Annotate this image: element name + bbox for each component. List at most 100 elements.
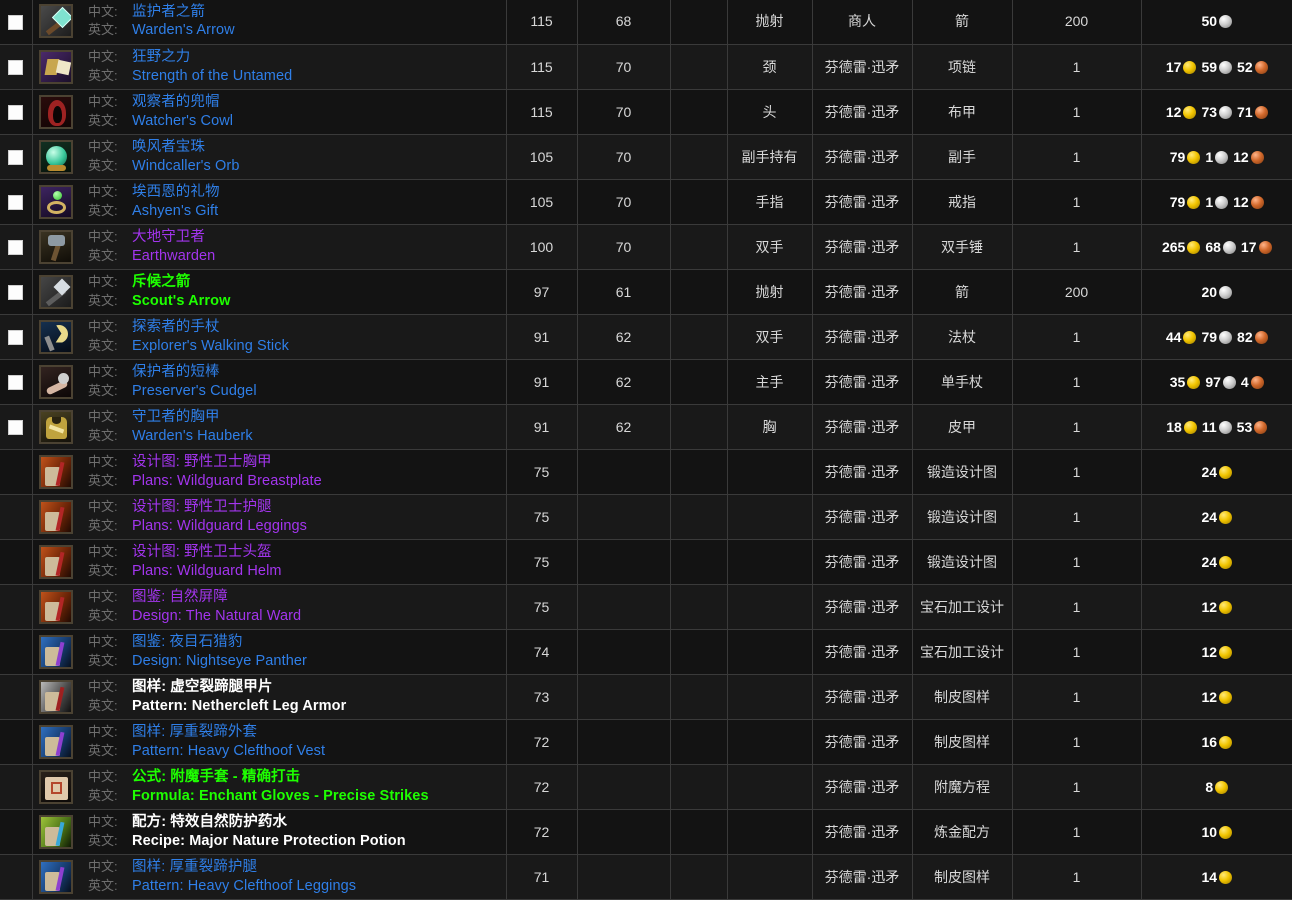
item-icon-cell[interactable]	[32, 674, 80, 720]
item-name-cell[interactable]: 中文: 埃西恩的礼物 英文: Ashyen's Gift	[80, 179, 507, 225]
item-name-cell[interactable]: 中文: 图样: 虚空裂蹄腿甲片 英文: Pattern: Nethercleft Le…	[80, 674, 507, 720]
item-icon-cell[interactable]	[32, 809, 80, 855]
table-row[interactable]: 中文: 图鉴: 自然屏障 英文: Design: The Natural Ward 75…	[0, 584, 1292, 630]
item-name-cell[interactable]: 中文: 监护者之箭 英文: Warden's Arrow	[80, 0, 507, 45]
row-select-cell[interactable]	[0, 269, 33, 315]
item-name-english[interactable]: Plans: Wildguard Helm	[132, 563, 282, 579]
table-row[interactable]: 中文: 观察者的兜帽 英文: Watcher's Cowl 115 70 头芬德雷·迅矛 布甲…	[0, 89, 1292, 135]
item-name-chinese[interactable]: 探索者的手杖	[132, 319, 220, 335]
item-name-cell[interactable]: 中文: 公式: 附魔手套 - 精确打击 英文: Formula: Enchant Gl…	[80, 764, 507, 810]
item-name-english[interactable]: Design: Nightseye Panther	[132, 653, 307, 669]
item-name-english[interactable]: Pattern: Heavy Clefthoof Leggings	[132, 878, 356, 894]
scroll-red-icon[interactable]	[39, 589, 74, 624]
item-name-cell[interactable]: 中文: 设计图: 野性卫士头盔 英文: Plans: Wildguard Helm	[80, 539, 507, 585]
item-name-cell[interactable]: 中文: 狂野之力 英文: Strength of the Untamed	[80, 44, 507, 90]
table-row[interactable]: 中文: 图样: 厚重裂蹄护腿 英文: Pattern: Heavy Clefthoof…	[0, 854, 1292, 900]
scroll-red-icon[interactable]	[39, 544, 74, 579]
item-name-cell[interactable]: 中文: 守卫者的胸甲 英文: Warden's Hauberk	[80, 404, 507, 450]
item-name-english[interactable]: Preserver's Cudgel	[132, 383, 257, 399]
item-name-cell[interactable]: 中文: 大地守卫者 英文: Earthwarden	[80, 224, 507, 270]
mace-twohand-icon[interactable]	[39, 229, 74, 264]
row-select-cell[interactable]	[0, 404, 33, 450]
item-name-chinese[interactable]: 图样: 厚重裂蹄护腿	[132, 859, 257, 875]
orb-green-icon[interactable]	[39, 139, 74, 174]
item-name-english[interactable]: Scout's Arrow	[132, 293, 230, 309]
table-row[interactable]: 中文: 唤风者宝珠 英文: Windcaller's Orb 105 70 副手持有 芬德雷·…	[0, 134, 1292, 180]
item-name-chinese[interactable]: 配方: 特效自然防护药水	[132, 814, 287, 830]
item-name-chinese[interactable]: 图鉴: 自然屏障	[132, 589, 228, 605]
row-select-cell[interactable]	[0, 314, 33, 360]
item-name-chinese[interactable]: 公式: 附魔手套 - 精确打击	[132, 769, 300, 785]
item-name-chinese[interactable]: 唤风者宝珠	[132, 139, 205, 155]
ring-gem-icon[interactable]	[39, 184, 74, 219]
item-name-english[interactable]: Warden's Hauberk	[132, 428, 253, 444]
item-name-cell[interactable]: 中文: 斥候之箭 英文: Scout's Arrow	[80, 269, 507, 315]
table-row[interactable]: 中文: 设计图: 野性卫士胸甲 英文: Plans: Wildguard Breast…	[0, 449, 1292, 495]
item-icon-cell[interactable]	[32, 269, 80, 315]
row-select-cell[interactable]	[0, 89, 33, 135]
row-select-cell[interactable]	[0, 359, 33, 405]
item-icon-cell[interactable]	[32, 404, 80, 450]
table-row[interactable]: 中文: 图鉴: 夜目石猎豹 英文: Design: Nightseye Panther…	[0, 629, 1292, 675]
row-checkbox[interactable]	[8, 59, 24, 75]
item-name-chinese[interactable]: 大地守卫者	[132, 229, 205, 245]
row-checkbox[interactable]	[8, 149, 24, 165]
item-icon-cell[interactable]	[32, 224, 80, 270]
item-name-cell[interactable]: 中文: 观察者的兜帽 英文: Watcher's Cowl	[80, 89, 507, 135]
table-row[interactable]: 中文: 斥候之箭 英文: Scout's Arrow 97 61 抛射 芬德雷·迅矛箭 200 2…	[0, 269, 1292, 315]
scroll-blue-icon[interactable]	[39, 859, 74, 894]
item-icon-cell[interactable]	[32, 494, 80, 540]
row-checkbox[interactable]	[8, 419, 24, 435]
item-name-chinese[interactable]: 守卫者的胸甲	[132, 409, 220, 425]
amulet-purple-icon[interactable]	[39, 49, 74, 84]
arrow-teal-icon[interactable]	[39, 4, 74, 39]
row-select-cell[interactable]	[0, 179, 33, 225]
item-name-chinese[interactable]: 设计图: 野性卫士头盔	[132, 544, 272, 560]
cowl-red-icon[interactable]	[39, 94, 74, 129]
item-icon-cell[interactable]	[32, 314, 80, 360]
staff-moon-icon[interactable]	[39, 319, 74, 354]
item-name-chinese[interactable]: 图鉴: 夜目石猎豹	[132, 634, 242, 650]
item-name-english[interactable]: Formula: Enchant Gloves - Precise Strike…	[132, 788, 429, 804]
table-row[interactable]: 中文: 埃西恩的礼物 英文: Ashyen's Gift 105 70 手指 芬德雷·迅矛 戒指…	[0, 179, 1292, 225]
table-row[interactable]: 中文: 大地守卫者 英文: Earthwarden 100 70 双手 芬德雷·迅矛 双手锤 1 2…	[0, 224, 1292, 270]
table-row[interactable]: 中文: 守卫者的胸甲 英文: Warden's Hauberk 91 62 胸芬德雷·迅矛皮…	[0, 404, 1292, 450]
table-row[interactable]: 中文: 图样: 厚重裂蹄外套 英文: Pattern: Heavy Clefthoof…	[0, 719, 1292, 765]
scroll-green-icon[interactable]	[39, 814, 74, 849]
item-name-chinese[interactable]: 设计图: 野性卫士胸甲	[132, 454, 272, 470]
item-name-cell[interactable]: 中文: 唤风者宝珠 英文: Windcaller's Orb	[80, 134, 507, 180]
item-name-english[interactable]: Ashyen's Gift	[132, 203, 218, 219]
scroll-white-icon[interactable]	[39, 679, 74, 714]
item-name-chinese[interactable]: 图样: 虚空裂蹄腿甲片	[132, 679, 272, 695]
item-name-cell[interactable]: 中文: 设计图: 野性卫士护腿 英文: Plans: Wildguard Leggin…	[80, 494, 507, 540]
item-name-chinese[interactable]: 狂野之力	[132, 49, 190, 65]
arrow-gray-icon[interactable]	[39, 274, 74, 309]
item-icon-cell[interactable]	[32, 449, 80, 495]
item-icon-cell[interactable]	[32, 539, 80, 585]
scroll-blue-icon[interactable]	[39, 634, 74, 669]
row-checkbox[interactable]	[8, 239, 24, 255]
item-icon-cell[interactable]	[32, 44, 80, 90]
cudgel-icon[interactable]	[39, 364, 74, 399]
table-row[interactable]: 中文: 公式: 附魔手套 - 精确打击 英文: Formula: Enchant Gl…	[0, 764, 1292, 810]
item-name-cell[interactable]: 中文: 图鉴: 自然屏障 英文: Design: The Natural Ward	[80, 584, 507, 630]
table-row[interactable]: 中文: 保护者的短棒 英文: Preserver's Cudgel 91 62 主手 芬德雷·…	[0, 359, 1292, 405]
table-row[interactable]: 中文: 配方: 特效自然防护药水 英文: Recipe: Major Nature P…	[0, 809, 1292, 855]
item-name-english[interactable]: Plans: Wildguard Breastplate	[132, 473, 322, 489]
row-checkbox[interactable]	[8, 14, 24, 30]
item-name-cell[interactable]: 中文: 探索者的手杖 英文: Explorer's Walking Stick	[80, 314, 507, 360]
item-icon-cell[interactable]	[32, 764, 80, 810]
item-name-cell[interactable]: 中文: 设计图: 野性卫士胸甲 英文: Plans: Wildguard Breast…	[80, 449, 507, 495]
row-select-cell[interactable]	[0, 224, 33, 270]
row-checkbox[interactable]	[8, 194, 24, 210]
item-name-chinese[interactable]: 埃西恩的礼物	[132, 184, 220, 200]
table-row[interactable]: 中文: 设计图: 野性卫士头盔 英文: Plans: Wildguard Helm 75…	[0, 539, 1292, 585]
item-name-cell[interactable]: 中文: 图样: 厚重裂蹄护腿 英文: Pattern: Heavy Clefthoof…	[80, 854, 507, 900]
row-select-cell[interactable]	[0, 134, 33, 180]
formula-parchment-icon[interactable]	[39, 769, 74, 804]
scroll-red-icon[interactable]	[39, 454, 74, 489]
item-name-cell[interactable]: 中文: 配方: 特效自然防护药水 英文: Recipe: Major Nature P…	[80, 809, 507, 855]
table-row[interactable]: 中文: 图样: 虚空裂蹄腿甲片 英文: Pattern: Nethercleft Le…	[0, 674, 1292, 720]
row-checkbox[interactable]	[8, 104, 24, 120]
item-name-english[interactable]: Pattern: Heavy Clefthoof Vest	[132, 743, 325, 759]
